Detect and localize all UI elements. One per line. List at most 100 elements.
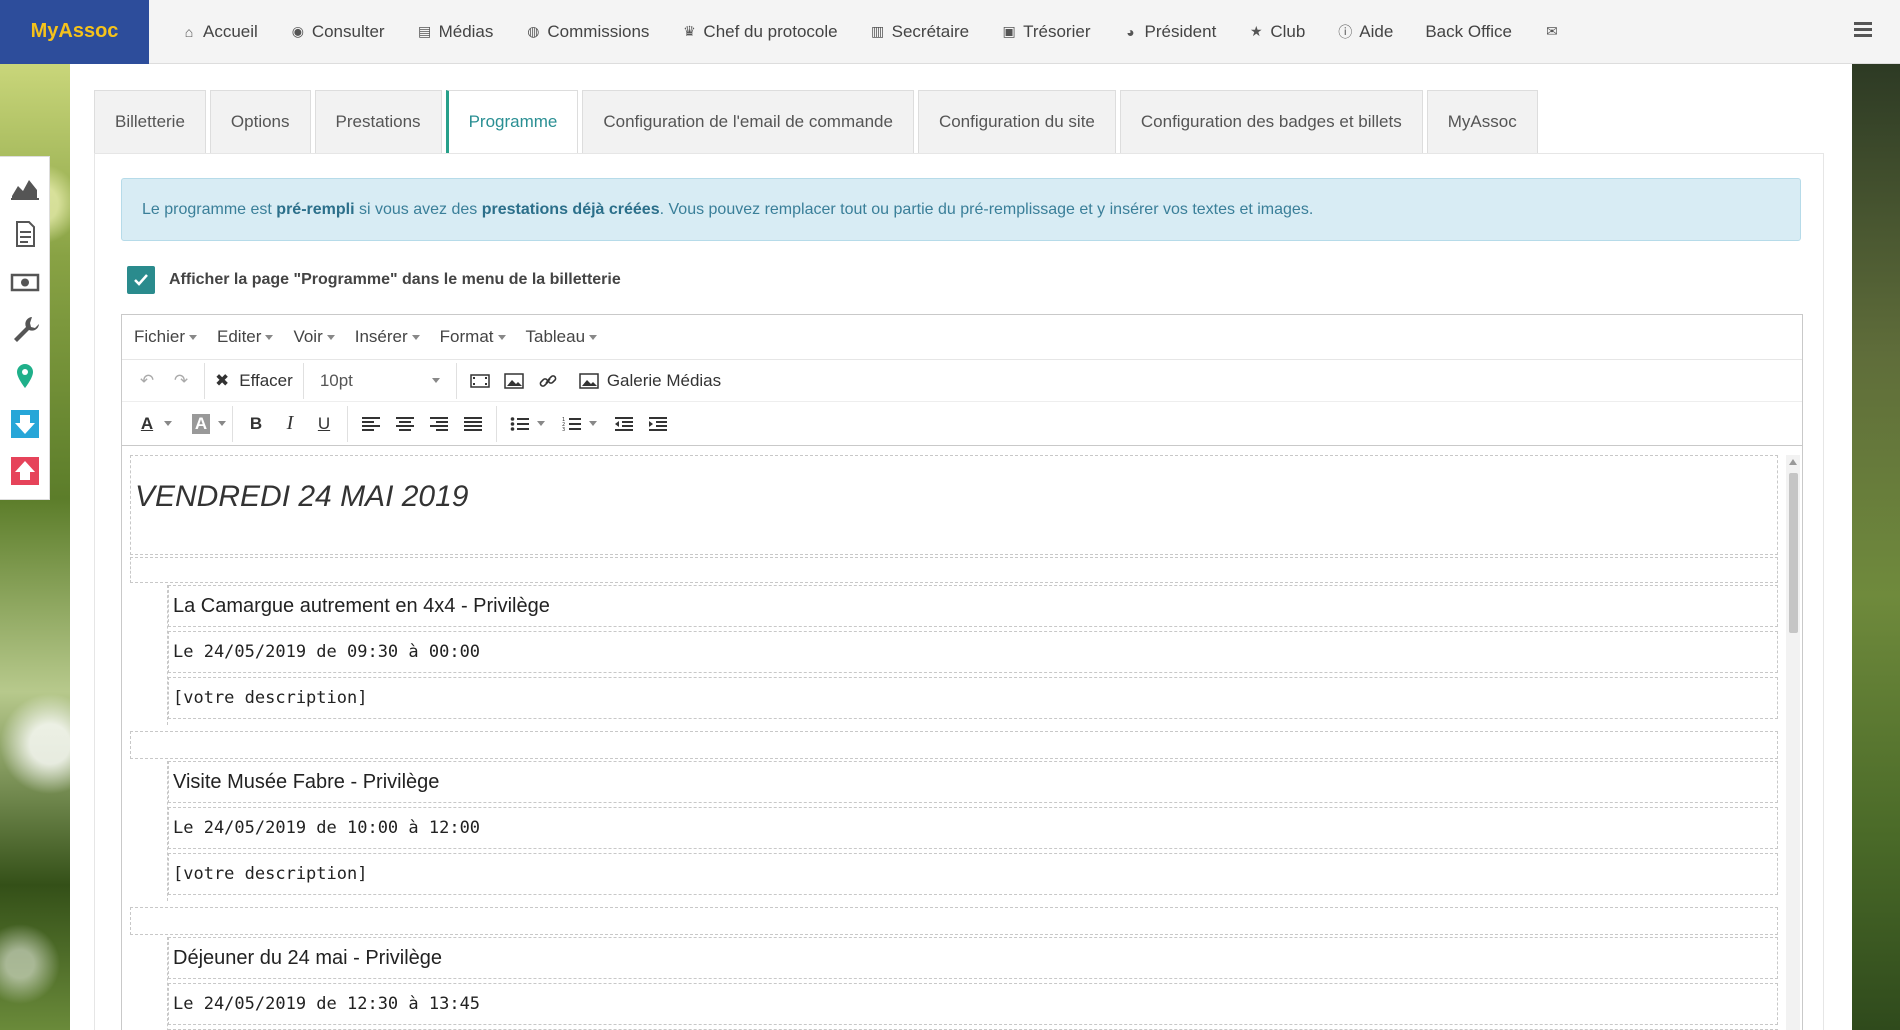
clear-formatting-button[interactable]: ✖ Effacer: [211, 365, 297, 397]
tab-configuration-de-l-email-de-commande[interactable]: Configuration de l'email de commande: [582, 90, 914, 153]
spacer-row: [130, 907, 1778, 935]
gallery-icon: [579, 372, 599, 389]
tab-configuration-du-site[interactable]: Configuration du site: [917, 90, 1116, 153]
scroll-up-icon[interactable]: [1789, 459, 1797, 465]
editor-menu-editer[interactable]: Editer: [217, 327, 274, 347]
chevron-down-icon[interactable]: [218, 421, 226, 426]
nav-item-pr-sident[interactable]: ◕ Président: [1107, 0, 1233, 64]
bullet-list-icon[interactable]: [503, 408, 537, 440]
chart-icon[interactable]: [7, 167, 43, 206]
italic-button[interactable]: I: [273, 408, 307, 440]
nav-item-aide[interactable]: ⓘ Aide: [1321, 0, 1409, 64]
download-icon[interactable]: [7, 404, 43, 443]
scrollbar-thumb[interactable]: [1789, 473, 1798, 633]
nav-item-label: Secrétaire: [891, 21, 970, 41]
underline-button[interactable]: U: [307, 408, 341, 440]
tab-options[interactable]: Options: [209, 90, 311, 153]
insert-image-icon[interactable]: [497, 365, 531, 397]
bold-button[interactable]: B: [239, 408, 273, 440]
numbered-list-icon[interactable]: 123: [555, 408, 589, 440]
insert-video-icon[interactable]: [463, 365, 497, 397]
font-size-select[interactable]: 10pt: [310, 365, 450, 397]
editor-menu-label: Tableau: [525, 327, 586, 346]
nav-item-club[interactable]: ★ Club: [1232, 0, 1321, 64]
brand-logo[interactable]: MyAssoc: [0, 0, 149, 64]
editor-menu-format[interactable]: Format: [440, 327, 506, 347]
event-description: [votre description]: [168, 853, 1778, 895]
map-marker-icon[interactable]: [7, 357, 43, 396]
globe-icon: ◕: [1126, 23, 1135, 40]
editor-menu-tableau[interactable]: Tableau: [526, 327, 598, 347]
hamburger-menu-icon[interactable]: [1854, 22, 1872, 38]
chevron-down-icon[interactable]: [164, 421, 172, 426]
nav-item-messages[interactable]: ✉: [1528, 0, 1576, 64]
editor-menu-voir[interactable]: Voir: [293, 327, 335, 347]
nav-item-chef-du-protocole[interactable]: ♛ Chef du protocole: [665, 0, 853, 64]
undo-icon[interactable]: ↶: [130, 365, 164, 397]
alert-emphasis: pré-rempli: [276, 200, 355, 218]
chevron-down-icon[interactable]: [589, 421, 597, 426]
align-justify-icon[interactable]: [456, 408, 490, 440]
show-programme-checkbox[interactable]: [127, 266, 155, 294]
background-color-button[interactable]: A: [184, 408, 218, 440]
tab-billetterie[interactable]: Billetterie: [94, 90, 206, 153]
nav-item-label: Consulter: [311, 21, 385, 41]
chevron-down-icon: [497, 334, 506, 340]
nav-item-label: Président: [1144, 21, 1217, 41]
home-icon: ⌂: [184, 23, 194, 40]
settings-tabs: Billetterie Options Prestations Programme Co…: [94, 90, 1542, 153]
nav-item-m-dias[interactable]: ▤ Médias: [401, 0, 510, 64]
editor-menu-label: Editer: [217, 327, 262, 346]
nav-item-label: Accueil: [203, 21, 258, 41]
main-panel: Billetterie Options Prestations Programme Co…: [70, 64, 1852, 1030]
outdent-icon[interactable]: [607, 408, 641, 440]
align-left-icon[interactable]: [354, 408, 388, 440]
tab-configuration-des-badges-et-billets[interactable]: Configuration des badges et billets: [1119, 90, 1423, 153]
money-icon: ▣: [1002, 23, 1016, 39]
indent-icon[interactable]: [641, 408, 675, 440]
event-datetime: Le 24/05/2019 de 10:00 à 12:00: [168, 807, 1778, 849]
chevron-down-icon[interactable]: [537, 421, 545, 426]
upload-icon[interactable]: [7, 452, 43, 491]
editor-content-area[interactable]: VENDREDI 24 MAI 2019 La Camargue autreme…: [130, 455, 1780, 1030]
file-icon: ▤: [417, 23, 432, 39]
date-heading: VENDREDI 24 MAI 2019: [135, 480, 469, 513]
spacer-row: [130, 557, 1778, 583]
text-color-button[interactable]: A: [130, 408, 164, 440]
media-gallery-button[interactable]: Galerie Médias: [575, 365, 725, 397]
event-title: La Camargue autrement en 4x4 - Privilège: [168, 585, 1778, 627]
nav-item-label: Trésorier: [1023, 21, 1091, 41]
event-indent: [130, 761, 168, 901]
nav-item-consulter[interactable]: ◉ Consulter: [274, 0, 401, 64]
nav-item-commissions[interactable]: ◍ Commissions: [509, 0, 665, 64]
nav-item-tr-sorier[interactable]: ▣ Trésorier: [985, 0, 1106, 64]
editor-toolbar-row-2: A A B I U 1 2 3: [122, 402, 1802, 446]
editor-scrollbar[interactable]: [1786, 455, 1800, 1030]
chevron-down-icon: [431, 378, 440, 383]
chevron-down-icon: [589, 334, 598, 340]
nav-item-secr-taire[interactable]: ▥ Secrétaire: [854, 0, 985, 64]
editor-menu-label: Insérer: [354, 327, 408, 346]
editor-toolbar-row-1: ↶ ↷ ✖ Effacer 10pt Galerie Médias: [122, 360, 1802, 402]
tab-programme[interactable]: Programme: [445, 90, 579, 153]
nav-item-back-office[interactable]: Back Office: [1409, 0, 1528, 64]
nav-item-label: Club: [1270, 21, 1306, 41]
nav-item-accueil[interactable]: ⌂ Accueil: [165, 0, 274, 64]
align-right-icon[interactable]: [422, 408, 456, 440]
money-icon[interactable]: [7, 262, 43, 301]
programme-event: Déjeuner du 24 mai - Privilège Le 24/05/…: [130, 937, 1778, 1030]
editor-menu-fichier[interactable]: Fichier: [134, 327, 198, 347]
align-center-icon[interactable]: [388, 408, 422, 440]
event-datetime: Le 24/05/2019 de 12:30 à 13:45: [168, 983, 1778, 1025]
event-indent: [130, 585, 168, 725]
chevron-down-icon: [265, 334, 274, 340]
tab-myassoc[interactable]: MyAssoc: [1426, 90, 1538, 153]
close-icon: ✖: [215, 370, 230, 390]
tab-prestations[interactable]: Prestations: [314, 90, 442, 153]
redo-icon[interactable]: ↷: [164, 365, 198, 397]
document-icon[interactable]: [7, 214, 43, 253]
star-icon: ★: [1250, 23, 1263, 39]
editor-menu-ins-rer[interactable]: Insérer: [355, 327, 420, 347]
insert-link-icon[interactable]: [531, 365, 565, 397]
wrench-icon[interactable]: [7, 309, 43, 348]
